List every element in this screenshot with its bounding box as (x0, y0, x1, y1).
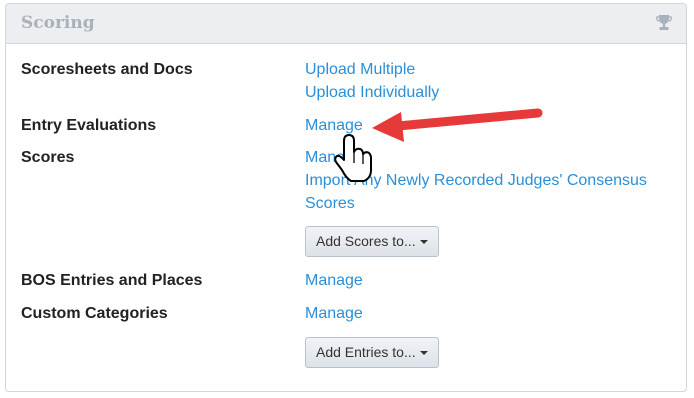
red-arrow-icon (372, 108, 543, 142)
hand-cursor-icon (334, 134, 372, 182)
annotation-overlay (334, 108, 543, 182)
